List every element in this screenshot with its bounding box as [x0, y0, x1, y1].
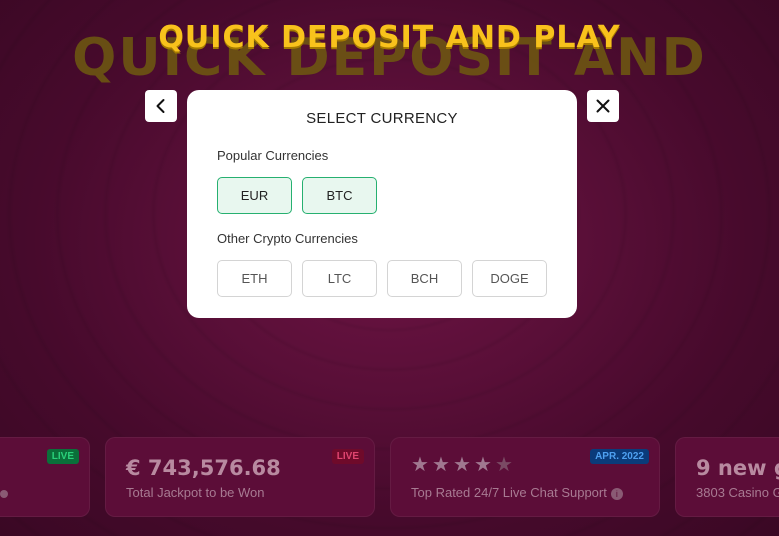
currency-eth-button[interactable]: ETH	[217, 260, 292, 297]
live-badge: LIVE	[46, 449, 79, 464]
chevron-left-icon	[156, 99, 165, 113]
star-icon: ★	[453, 454, 471, 476]
star-rating: ★ ★ ★ ★ ★	[411, 454, 513, 476]
date-badge: APR. 2022	[590, 449, 649, 464]
currency-ltc-button[interactable]: LTC	[302, 260, 377, 297]
currency-eur-button[interactable]: EUR	[217, 177, 292, 214]
new-games-caption: 3803 Casino G	[696, 485, 779, 500]
currency-btc-button[interactable]: BTC	[302, 177, 377, 214]
new-games-title: 9 new g	[696, 456, 779, 480]
currency-doge-button[interactable]: DOGE	[472, 260, 547, 297]
currency-bch-button[interactable]: BCH	[387, 260, 462, 297]
ticker-card-new-games[interactable]: 9 new g 3803 Casino G	[675, 437, 779, 517]
jackpot-caption: Total Jackpot to be Won	[126, 485, 265, 500]
live-badge: LIVE	[331, 449, 364, 464]
ticker-card-jackpot[interactable]: LIVE € 743,576.68 Total Jackpot to be Wo…	[105, 437, 375, 517]
other-crypto-currencies-label: Other Crypto Currencies	[217, 231, 358, 246]
rating-caption: Top Rated 24/7 Live Chat Support	[411, 485, 607, 500]
hero-title: QUICK DEPOSIT AND PLAY	[158, 20, 621, 55]
rating-caption-row: Top Rated 24/7 Live Chat Support i	[411, 485, 623, 500]
star-icon: ★	[474, 454, 492, 476]
back-button[interactable]	[145, 90, 177, 122]
modal-title: SELECT CURRENCY	[306, 110, 458, 127]
info-icon[interactable]: i	[610, 487, 623, 500]
star-empty-icon: ★	[495, 454, 513, 476]
popular-currencies-label: Popular Currencies	[217, 148, 329, 163]
jackpot-amount: € 743,576.68	[126, 456, 281, 480]
info-icon	[0, 490, 8, 498]
star-icon: ★	[432, 454, 450, 476]
close-button[interactable]	[587, 90, 619, 122]
ticker-card-rating[interactable]: APR. 2022 ★ ★ ★ ★ ★ Top Rated 24/7 Live …	[390, 437, 660, 517]
ticker-card-partial-left[interactable]: LIVE	[0, 437, 90, 517]
select-currency-modal: SELECT CURRENCY Popular Currencies EUR B…	[187, 90, 577, 318]
star-icon: ★	[411, 454, 429, 476]
close-icon	[596, 99, 610, 113]
